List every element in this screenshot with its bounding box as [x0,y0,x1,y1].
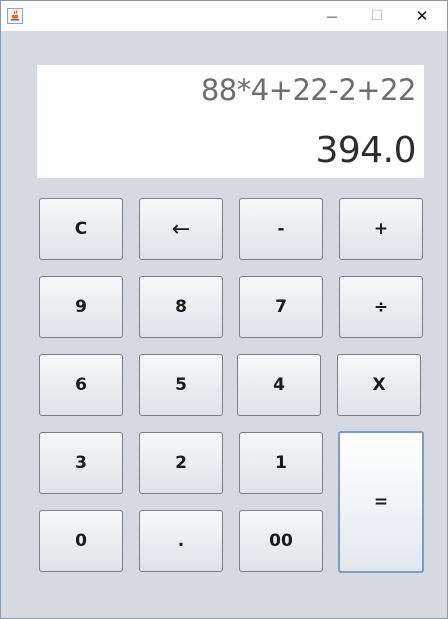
digit-8-button[interactable]: 8 [139,276,223,338]
plus-button[interactable]: + [339,198,423,260]
minimize-button[interactable]: — [309,1,355,31]
digit-5-button[interactable]: 5 [139,354,223,416]
multiply-button[interactable]: X [337,354,421,416]
double-zero-button[interactable]: 00 [239,510,323,572]
equals-button[interactable]: = [338,431,424,573]
clear-button[interactable]: C [39,198,123,260]
digit-3-button[interactable]: 3 [39,432,123,494]
divide-button[interactable]: ÷ [339,276,423,338]
digit-2-button[interactable]: 2 [139,432,223,494]
minimize-icon: — [326,9,338,23]
digit-4-button[interactable]: 4 [237,354,321,416]
calculator-display: 88*4+22-2+22 394.0 [37,65,424,178]
minus-button[interactable]: - [239,198,323,260]
digit-1-button[interactable]: 1 [239,432,323,494]
backspace-arrow-icon: ← [171,216,191,242]
close-icon: ✕ [415,7,429,25]
digit-9-button[interactable]: 9 [39,276,123,338]
title-bar: — ☐ ✕ [1,1,447,31]
close-button[interactable]: ✕ [399,1,445,31]
expression-text: 88*4+22-2+22 [200,73,417,107]
digit-6-button[interactable]: 6 [39,354,123,416]
calculator-window: — ☐ ✕ 88*4+22-2+22 394.0 C ← - + 9 8 7 ÷… [0,0,448,619]
digit-0-button[interactable]: 0 [39,510,123,572]
maximize-button[interactable]: ☐ [354,1,400,31]
digit-7-button[interactable]: 7 [239,276,323,338]
result-text: 394.0 [315,130,416,171]
java-app-icon [7,8,23,24]
maximize-icon: ☐ [370,8,384,24]
backspace-button[interactable]: ← [139,198,223,260]
decimal-point-button[interactable]: . [139,510,223,572]
